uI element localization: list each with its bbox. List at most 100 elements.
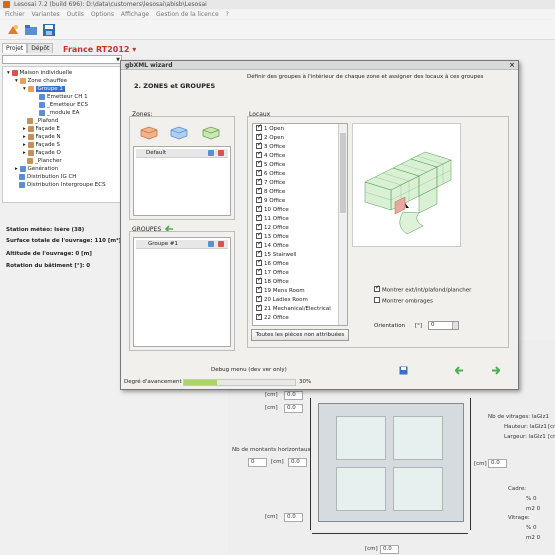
- checkbox[interactable]: [256, 303, 262, 311]
- save-icon[interactable]: [399, 366, 408, 375]
- tree-node[interactable]: _Plancher: [27, 157, 62, 165]
- space-item[interactable]: 15 Stairwell: [256, 249, 297, 260]
- floor-icon: [27, 157, 33, 164]
- space-item[interactable]: 22 Office: [256, 312, 289, 323]
- list-item[interactable]: Default: [136, 149, 228, 158]
- checkbox[interactable]: [256, 132, 262, 140]
- horizontal-spacing-input[interactable]: 0.0: [288, 458, 307, 467]
- tree-node[interactable]: ▸ Génération: [15, 165, 58, 173]
- checkbox[interactable]: [374, 284, 380, 292]
- show-shading-option[interactable]: Montrer ombrages: [374, 297, 433, 305]
- edit-zone-icon[interactable]: [169, 125, 189, 140]
- tree-node[interactable]: Distribution Intergroupe ECS: [19, 181, 106, 189]
- checkbox[interactable]: [256, 240, 262, 248]
- debug-menu[interactable]: Debug menu (dev ver only): [211, 367, 287, 373]
- emitter-icon: [39, 101, 45, 108]
- open-folder-icon[interactable]: [24, 23, 38, 37]
- spaces-scrollbar[interactable]: [338, 124, 347, 325]
- checkbox[interactable]: [256, 195, 262, 203]
- bottom-offset-input[interactable]: 0.0: [284, 513, 303, 522]
- nb-horizontal-input[interactable]: 0: [248, 458, 267, 467]
- tree-node[interactable]: ▸ Façade S: [23, 141, 60, 149]
- house-icon: [11, 69, 18, 76]
- width-input[interactable]: 0.0: [380, 545, 399, 554]
- checkbox[interactable]: [256, 213, 262, 221]
- expand-icon: ▸: [23, 150, 26, 156]
- tree-node[interactable]: ▸ Façade E: [23, 125, 60, 133]
- edit-icon[interactable]: [208, 241, 214, 247]
- progress-label: Degré d'avancement: [124, 379, 182, 385]
- menu-file[interactable]: Fichier: [5, 10, 25, 19]
- project-combo[interactable]: ▼: [2, 55, 122, 64]
- tree-label: _Emetteur ECS: [47, 102, 88, 108]
- menu-variants[interactable]: Variantes: [32, 10, 60, 19]
- checkbox[interactable]: [256, 150, 262, 158]
- toolbar: France RT2012 ▾: [0, 20, 555, 54]
- checkbox[interactable]: [256, 204, 262, 212]
- checkbox[interactable]: [256, 186, 262, 194]
- assign-zone-icon[interactable]: [201, 125, 221, 140]
- edit-icon[interactable]: [208, 150, 214, 156]
- tree-node-selected[interactable]: ▾ Groupe 1: [23, 85, 65, 93]
- checkbox[interactable]: [374, 297, 380, 303]
- add-zone-icon[interactable]: [139, 125, 159, 140]
- tree-node[interactable]: Emetteur CH 1: [39, 93, 88, 101]
- unassigned-spaces-button[interactable]: Toutes les pièces non attribuées: [251, 329, 349, 341]
- checkbox[interactable]: [256, 285, 262, 293]
- space-item[interactable]: 19 Mens Room: [256, 285, 305, 296]
- tree-node[interactable]: ▸ Façade N: [23, 133, 61, 141]
- checkbox[interactable]: [256, 222, 262, 230]
- tree-node[interactable]: ▸ Façade O: [23, 149, 61, 157]
- delete-icon[interactable]: [218, 241, 224, 247]
- checkbox[interactable]: [256, 124, 262, 131]
- menu-display[interactable]: Affichage: [121, 10, 149, 19]
- tree-node[interactable]: ▾ Zone chauffée: [15, 77, 67, 85]
- spinner-arrows-icon[interactable]: [452, 322, 458, 329]
- checkbox[interactable]: [256, 312, 262, 320]
- nb-horizontal-label: Nb de montants horizontaux: [232, 447, 311, 453]
- tree-node[interactable]: _Plafond: [27, 117, 58, 125]
- top-height-input[interactable]: 0.0: [284, 404, 303, 413]
- checkbox[interactable]: [256, 294, 262, 302]
- checkbox[interactable]: [256, 159, 262, 167]
- scrollbar-thumb[interactable]: [340, 133, 346, 213]
- previous-arrow-icon[interactable]: [454, 366, 464, 375]
- menu-license[interactable]: Gestion de la licence: [156, 10, 219, 19]
- show-surfaces-option[interactable]: Montrer ext/int/plafond/plancher: [374, 284, 471, 294]
- new-project-icon[interactable]: [6, 23, 20, 37]
- checkbox[interactable]: [256, 276, 262, 284]
- orientation-spinner[interactable]: 0: [428, 321, 459, 330]
- checkbox[interactable]: [256, 231, 262, 239]
- list-item[interactable]: Groupe #1: [136, 240, 228, 249]
- building-3d-view[interactable]: [352, 123, 461, 247]
- checkbox[interactable]: [256, 177, 262, 185]
- menu-tools[interactable]: Outils: [67, 10, 84, 19]
- checkbox[interactable]: [256, 141, 262, 149]
- checkbox[interactable]: [256, 267, 262, 275]
- progress-percent: 30%: [299, 379, 312, 385]
- tree-label: _Plafond: [35, 118, 59, 124]
- checkbox[interactable]: [256, 249, 262, 257]
- glazing-width-label: Largeur: laGlz1: [504, 434, 546, 440]
- close-icon[interactable]: ×: [509, 61, 515, 70]
- unit-label: [cm]: [365, 546, 378, 552]
- next-arrow-icon[interactable]: [491, 366, 501, 375]
- tree-node[interactable]: ▾ Maison individuelle: [7, 69, 72, 77]
- tree-node[interactable]: _Emetteur ECS: [39, 101, 88, 109]
- properties-panel: Station météo: Isère (38) Surface totale…: [0, 203, 122, 353]
- menu-options[interactable]: Options: [91, 10, 114, 19]
- space-item[interactable]: 21 Mechanical/Electrical: [256, 303, 331, 314]
- right-offset-input[interactable]: 0.0: [488, 459, 507, 468]
- checkbox[interactable]: [256, 258, 262, 266]
- top-offset-input[interactable]: 0.0: [284, 391, 303, 400]
- tree-node[interactable]: _module EA: [39, 109, 79, 117]
- climate-selector[interactable]: France RT2012 ▾: [63, 45, 136, 54]
- delete-icon[interactable]: [218, 150, 224, 156]
- tab-project[interactable]: Projet: [2, 43, 28, 53]
- save-icon[interactable]: [42, 23, 56, 37]
- space-item[interactable]: 20 Ladies Room: [256, 294, 308, 305]
- checkbox[interactable]: [256, 168, 262, 176]
- menu-help[interactable]: ?: [226, 10, 229, 19]
- tab-depot[interactable]: Dépôt: [27, 43, 54, 53]
- tree-node[interactable]: Distribution IG CH: [19, 173, 76, 181]
